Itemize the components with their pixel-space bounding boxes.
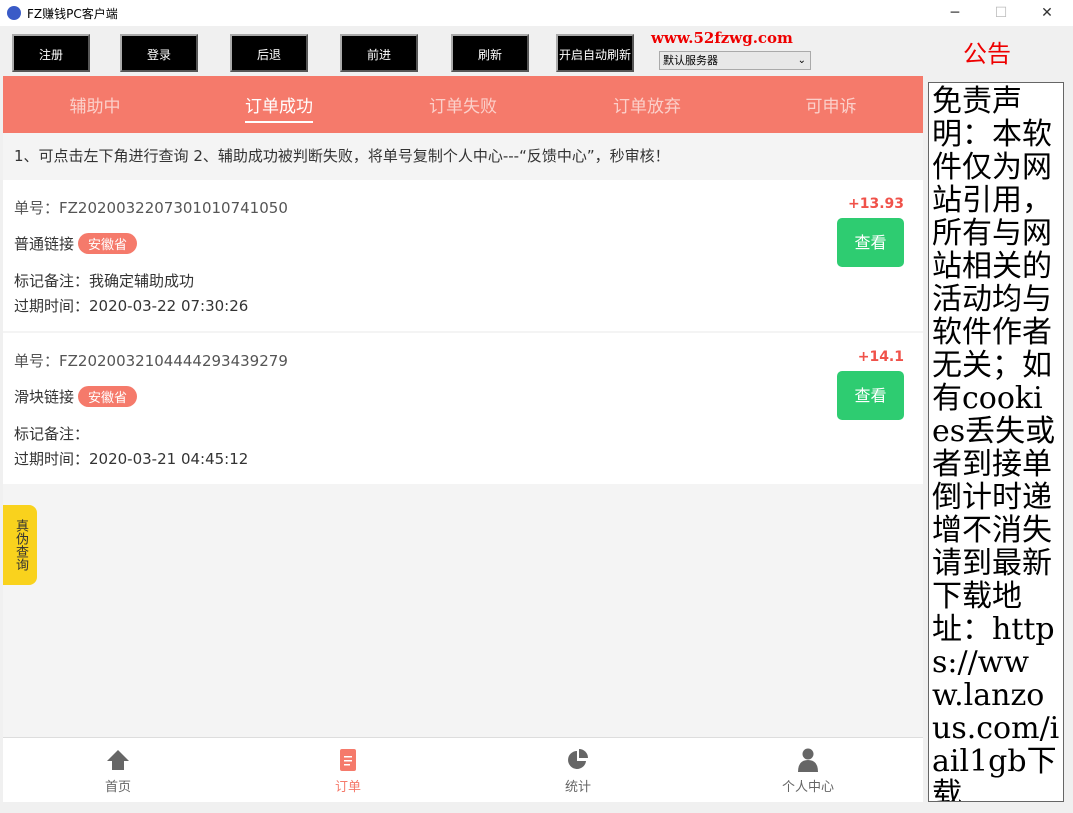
tab-label: 订单失败 bbox=[429, 97, 497, 117]
order-number: 单号：FZ202003220730101074105​0 bbox=[14, 199, 288, 217]
order-card: 单号：FZ202003210444429343927​9 滑块链接 安徽省 标记备… bbox=[3, 333, 923, 484]
tab-success[interactable]: 订单成功 bbox=[187, 92, 371, 123]
tab-label: 辅助中 bbox=[69, 97, 121, 117]
region-badge: 安徽省 bbox=[78, 386, 138, 407]
order-type: 普通链接 安徽省 bbox=[14, 233, 138, 254]
view-button[interactable]: 查看 bbox=[837, 218, 904, 267]
tab-in-progress[interactable]: 辅助中 bbox=[3, 92, 187, 117]
order-card: 单号：FZ202003220730101074105​0 普通链接 安徽省 标记备… bbox=[3, 180, 923, 331]
tab-label: 可申诉 bbox=[805, 97, 857, 117]
tab-label: 订单成功 bbox=[245, 97, 313, 123]
nav-stats[interactable]: 统计 bbox=[463, 738, 693, 802]
nav-label: 统计 bbox=[564, 780, 591, 795]
nav-label: 个人中心 bbox=[781, 780, 834, 795]
order-remark: 标记备注： bbox=[14, 425, 90, 443]
order-amount: +13.93 bbox=[847, 196, 904, 212]
document-icon bbox=[233, 748, 463, 772]
notice-title: 公告 bbox=[963, 40, 1011, 68]
home-icon bbox=[3, 748, 233, 772]
tab-failed[interactable]: 订单失败 bbox=[371, 92, 555, 117]
nav-profile[interactable]: 个人中心 bbox=[693, 738, 923, 802]
refresh-button[interactable]: 刷新 bbox=[451, 34, 529, 72]
nav-label: 首页 bbox=[104, 780, 131, 795]
web-view: 辅助中 订单成功 订单失败 订单放弃 可申诉 1、可点击左下角进行查询 2、辅助… bbox=[3, 76, 923, 802]
server-value: 默认服务器 bbox=[663, 54, 718, 67]
order-amount: +14.1 bbox=[857, 349, 904, 365]
nav-orders[interactable]: 订单 bbox=[233, 738, 463, 802]
maximize-button[interactable]: ☐ bbox=[978, 0, 1024, 26]
close-button[interactable]: ✕ bbox=[1024, 0, 1070, 26]
user-icon bbox=[693, 748, 923, 772]
tab-appealable[interactable]: 可申诉 bbox=[739, 92, 923, 117]
register-button[interactable]: 注册 bbox=[12, 34, 90, 72]
window-title: FZ赚钱PC客户端 bbox=[27, 6, 118, 21]
login-button[interactable]: 登录 bbox=[120, 34, 198, 72]
region-badge: 安徽省 bbox=[78, 233, 138, 254]
back-button[interactable]: 后退 bbox=[230, 34, 308, 72]
order-expire: 过期时间：2020-03-21 04:45:12 bbox=[14, 450, 249, 468]
forward-button[interactable]: 前进 bbox=[340, 34, 418, 72]
notice-panel: 免责声明：本软件仅为网站引用，所有与网站相关的活动均与软件作者无关；如有cook… bbox=[928, 82, 1064, 802]
minimize-button[interactable]: ─ bbox=[932, 0, 978, 26]
title-bar: FZ赚钱PC客户端 ─ ☐ ✕ bbox=[0, 0, 1073, 26]
auto-refresh-button[interactable]: 开启自动刷新 bbox=[556, 34, 634, 72]
order-remark: 标记备注：我确定辅助成功 bbox=[14, 272, 195, 290]
tip-text: 1、可点击左下角进行查询 2、辅助成功被判断失败，将单号复制个人中心---“反馈… bbox=[14, 147, 670, 165]
chevron-down-icon: ⌄ bbox=[797, 55, 806, 66]
bottom-nav: 首页 订单 统计 个人中心 bbox=[3, 737, 923, 802]
order-expire: 过期时间：2020-03-22 07:30:26 bbox=[14, 297, 249, 315]
order-tabs: 辅助中 订单成功 订单失败 订单放弃 可申诉 bbox=[3, 76, 923, 133]
app-icon bbox=[7, 6, 21, 20]
nav-label: 订单 bbox=[334, 780, 361, 795]
site-link[interactable]: www.52fzwg.com bbox=[651, 29, 793, 47]
pie-chart-icon bbox=[463, 748, 693, 772]
verify-button[interactable]: 真伪查询 bbox=[3, 505, 37, 585]
tab-abandoned[interactable]: 订单放弃 bbox=[555, 92, 739, 117]
tab-label: 订单放弃 bbox=[613, 97, 681, 117]
server-select[interactable]: 默认服务器 ⌄ bbox=[659, 51, 811, 70]
order-type: 滑块链接 安徽省 bbox=[14, 386, 138, 407]
nav-home[interactable]: 首页 bbox=[3, 738, 233, 802]
link-type: 滑块链接 bbox=[14, 388, 75, 406]
view-button[interactable]: 查看 bbox=[837, 371, 904, 420]
order-number: 单号：FZ202003210444429343927​9 bbox=[14, 352, 288, 370]
link-type: 普通链接 bbox=[14, 235, 75, 253]
